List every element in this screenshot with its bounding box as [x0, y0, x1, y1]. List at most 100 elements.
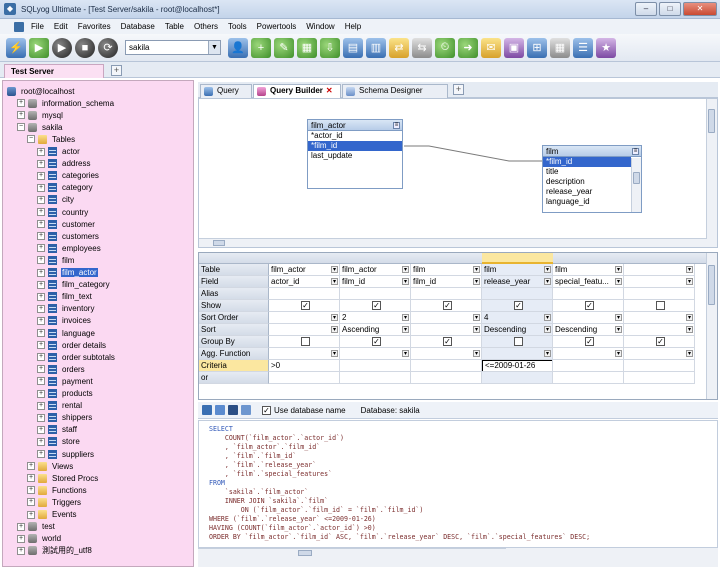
grid-cell[interactable]: film_id ▾	[340, 276, 411, 288]
selected-column-header[interactable]	[482, 253, 553, 264]
grid-cell[interactable]: film_actor ▾	[340, 264, 411, 276]
grid-cell[interactable]	[340, 288, 411, 300]
grid-cell[interactable]: >0	[269, 360, 340, 372]
grid-cell[interactable]: ✓	[340, 300, 411, 312]
chevron-down-icon[interactable]: ▾	[615, 326, 622, 333]
expand-toggle-icon[interactable]: −	[17, 123, 25, 132]
grid-cell[interactable]	[411, 288, 482, 300]
table-box-field[interactable]: release_year	[543, 187, 641, 197]
grid-cell[interactable]	[553, 360, 624, 372]
chevron-down-icon[interactable]: ▾	[615, 266, 622, 273]
data-sync-icon[interactable]: ⇆	[412, 37, 432, 58]
connection-tab-test-server[interactable]: Test Server	[4, 64, 104, 78]
table-box-menu-icon[interactable]: ≡	[632, 148, 639, 155]
sql-horizontal-scrollbar[interactable]	[198, 548, 506, 557]
chevron-down-icon[interactable]: ▾	[473, 266, 480, 273]
tree-item-table-staff[interactable]: + staff	[37, 424, 78, 436]
tree-item-table-categories[interactable]: + categories	[37, 170, 100, 182]
menu-others[interactable]: Others	[189, 22, 223, 31]
expand-toggle-icon[interactable]: +	[17, 111, 25, 120]
grid-cell[interactable]: ▾	[340, 348, 411, 360]
close-button[interactable]: ✕	[683, 2, 717, 16]
table-data-icon[interactable]: ▦	[297, 37, 317, 58]
tab-query-builder[interactable]: Query Builder ✕	[253, 84, 341, 99]
tab-query[interactable]: Query	[200, 84, 252, 98]
expand-toggle-icon[interactable]: +	[37, 232, 45, 241]
run-sql-icon[interactable]	[241, 405, 251, 415]
chevron-down-icon[interactable]: ▾	[331, 278, 338, 285]
tree-item-table-order-subtotals[interactable]: + order subtotals	[37, 351, 116, 363]
expand-toggle-icon[interactable]: +	[37, 220, 45, 229]
grid-cell[interactable]	[411, 372, 482, 384]
menu-powertools[interactable]: Powertools	[252, 22, 302, 31]
grid-cell[interactable]: ✓	[269, 300, 340, 312]
table-box-field[interactable]: *actor_id	[308, 131, 402, 141]
grid-cell[interactable]: film_actor ▾	[269, 264, 340, 276]
grid-cell[interactable]: 2 ▾	[340, 312, 411, 324]
tree-item-table-rental[interactable]: + rental	[37, 400, 83, 412]
expand-toggle-icon[interactable]: +	[37, 244, 45, 253]
tree-item-folder-triggers[interactable]: + Triggers	[27, 496, 82, 508]
favorites-icon[interactable]: ★	[596, 37, 616, 58]
grid-cell[interactable]: film ▾	[411, 264, 482, 276]
expand-toggle-icon[interactable]: +	[37, 377, 45, 386]
chevron-down-icon[interactable]: ▾	[686, 278, 693, 285]
menu-help[interactable]: Help	[340, 22, 366, 31]
execute-all-icon[interactable]: ▶	[52, 37, 72, 58]
grid-cell[interactable]: ▾	[624, 312, 695, 324]
expand-toggle-icon[interactable]: +	[37, 256, 45, 265]
chevron-down-icon[interactable]: ▾	[402, 326, 409, 333]
criteria-input[interactable]: <=2009-01-26	[482, 360, 552, 371]
tree-item-table-products[interactable]: + products	[37, 388, 94, 400]
expand-toggle-icon[interactable]: +	[17, 99, 25, 108]
expand-toggle-icon[interactable]: +	[37, 341, 45, 350]
expand-toggle-icon[interactable]: +	[37, 292, 45, 301]
show-checkbox[interactable]: ✓	[514, 301, 523, 310]
grid-cell[interactable]: film_id ▾	[411, 276, 482, 288]
schema-sync-icon[interactable]: ⇄	[389, 37, 409, 58]
group-by-checkbox[interactable]: ✓	[656, 337, 665, 346]
grid-cell[interactable]	[482, 336, 553, 348]
grid-cell[interactable]	[553, 288, 624, 300]
table-box-field[interactable]: title	[543, 167, 641, 177]
chevron-down-icon[interactable]: ▾	[402, 314, 409, 321]
grid-cell[interactable]: ✓	[411, 336, 482, 348]
grid-cell[interactable]	[269, 336, 340, 348]
tree-item-root[interactable]: root@localhost	[7, 85, 75, 97]
canvas-horizontal-scrollbar[interactable]	[199, 238, 707, 247]
grid-cell[interactable]: film ▾	[553, 264, 624, 276]
notifications-icon[interactable]: ✉	[481, 37, 501, 58]
grid-cell[interactable]: <=2009-01-26	[482, 360, 553, 372]
tree-item-table-employees[interactable]: + employees	[37, 242, 102, 254]
grid-cell[interactable]	[482, 288, 553, 300]
chevron-down-icon[interactable]: ▾	[544, 314, 551, 321]
close-tab-icon[interactable]: ✕	[326, 86, 333, 95]
migration-icon[interactable]: ➜	[458, 37, 478, 58]
tree-item-table-customers[interactable]: + customers	[37, 230, 100, 242]
expand-toggle-icon[interactable]: +	[37, 280, 45, 289]
expand-toggle-icon[interactable]: −	[27, 135, 35, 144]
grid-cell[interactable]	[624, 360, 695, 372]
grid-cell[interactable]: release_year ▾	[482, 276, 553, 288]
canvas-vertical-scrollbar[interactable]	[706, 99, 717, 247]
expand-toggle-icon[interactable]: +	[37, 147, 45, 156]
menu-favorites[interactable]: Favorites	[73, 22, 116, 31]
new-query-tab-button[interactable]: +	[453, 84, 464, 95]
chevron-down-icon[interactable]: ▾	[402, 350, 409, 357]
table-box-film[interactable]: film ≡ *film_id title description release…	[542, 145, 642, 213]
tree-item-db-sakila[interactable]: − sakila	[17, 121, 63, 133]
grid-cell[interactable]: ▾	[624, 324, 695, 336]
menu-tools[interactable]: Tools	[223, 22, 252, 31]
table-box-film-actor[interactable]: film_actor ≡ *actor_id *film_id last_upda…	[307, 119, 403, 189]
maximize-button[interactable]: □	[659, 2, 681, 16]
table-box-field[interactable]: *film_id	[308, 141, 402, 151]
grid-cell[interactable]	[624, 372, 695, 384]
menu-edit[interactable]: Edit	[49, 22, 73, 31]
import-icon[interactable]: ▤	[343, 37, 363, 58]
grid-cell[interactable]	[340, 360, 411, 372]
query-builder-icon[interactable]: ▦	[550, 37, 570, 58]
menu-table[interactable]: Table	[160, 22, 189, 31]
save-sql-icon[interactable]	[228, 405, 238, 415]
tree-item-table-store[interactable]: + store	[37, 436, 81, 448]
sql-preview[interactable]: SELECT COUNT(`film_actor`.`actor_id`) , …	[198, 420, 718, 548]
